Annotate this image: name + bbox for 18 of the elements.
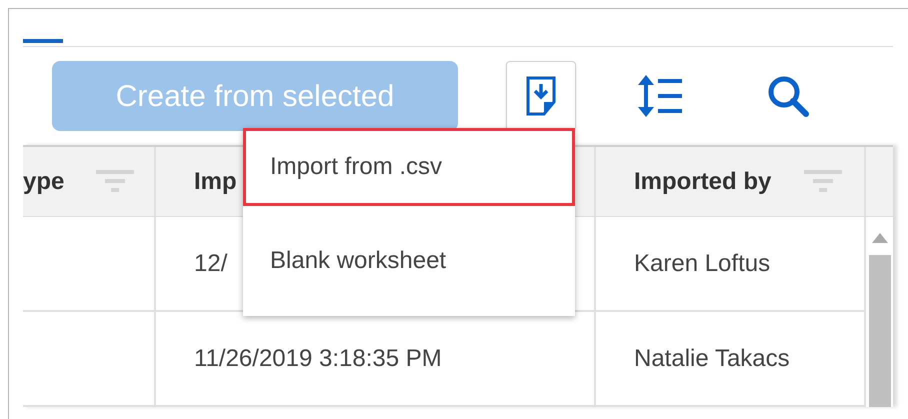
document-download-icon xyxy=(526,76,556,116)
table-cell-text: 11/26/2019 3:18:35 PM xyxy=(194,344,442,374)
menu-item[interactable]: Blank worksheet xyxy=(243,206,575,316)
search-icon[interactable] xyxy=(766,74,810,118)
filter-icon[interactable] xyxy=(804,170,842,194)
filter-icon[interactable] xyxy=(96,170,134,194)
line-spacing-icon[interactable] xyxy=(636,73,684,119)
column-header: Imp xyxy=(194,166,237,196)
menu-item[interactable]: Import from .csv xyxy=(243,128,575,206)
table-cell-text: Karen Loftus xyxy=(634,248,770,278)
column-header: ype xyxy=(23,166,64,196)
scrollbar-thumb[interactable] xyxy=(868,255,890,407)
table-cell-text: Natalie Takacs xyxy=(634,344,790,374)
import-button[interactable] xyxy=(506,61,576,131)
tab-indicator xyxy=(23,39,63,43)
scroll-up-arrow-icon[interactable] xyxy=(872,233,888,243)
table-cell-text: 12/ xyxy=(194,248,228,278)
column-header: Imported by xyxy=(634,166,772,196)
